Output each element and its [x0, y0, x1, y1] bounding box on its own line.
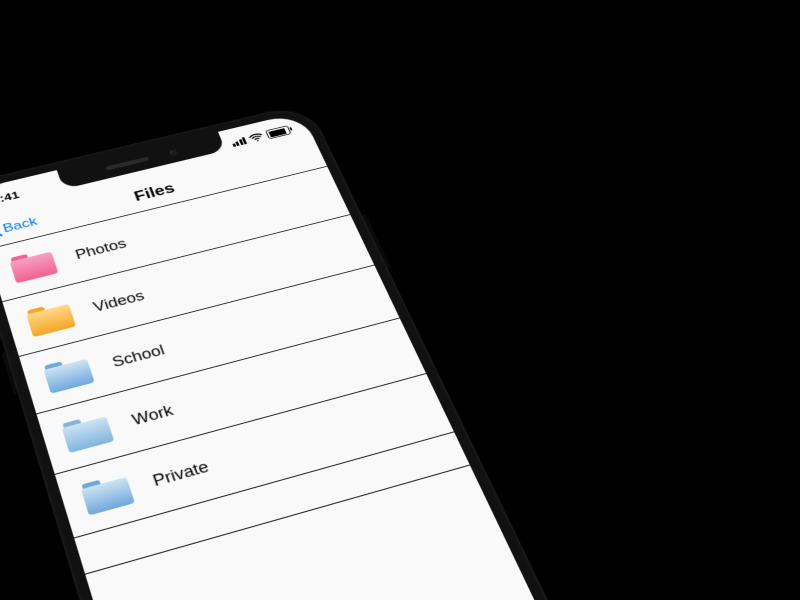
- folder-label: Videos: [91, 288, 146, 316]
- status-indicators: [230, 125, 292, 147]
- front-camera: [168, 149, 179, 157]
- battery-icon: [265, 125, 291, 139]
- folder-icon: [25, 300, 76, 337]
- cellular-signal-icon: [230, 137, 247, 147]
- status-time: 9:41: [0, 189, 21, 206]
- folder-label: School: [110, 342, 167, 371]
- folder-label: Private: [150, 458, 211, 490]
- wifi-icon: [248, 132, 265, 143]
- folder-label: Photos: [73, 236, 128, 263]
- back-label: Back: [1, 214, 39, 235]
- volume-down-button: [1, 352, 17, 395]
- folder-label: Work: [130, 402, 176, 429]
- folder-icon: [80, 473, 135, 516]
- phone-mockup: 9:41 Back: [0, 103, 617, 600]
- speaker-grille: [105, 157, 149, 171]
- stage: 9:41 Back: [0, 0, 800, 600]
- volume-up-button: [0, 301, 2, 342]
- folder-icon: [61, 412, 115, 453]
- back-button[interactable]: Back: [0, 214, 39, 239]
- folder-icon: [9, 248, 59, 283]
- screen: 9:41 Back: [0, 112, 599, 600]
- list-item[interactable]: [74, 432, 470, 574]
- phone-body: 9:41 Back: [0, 103, 617, 600]
- folder-icon: [42, 355, 94, 394]
